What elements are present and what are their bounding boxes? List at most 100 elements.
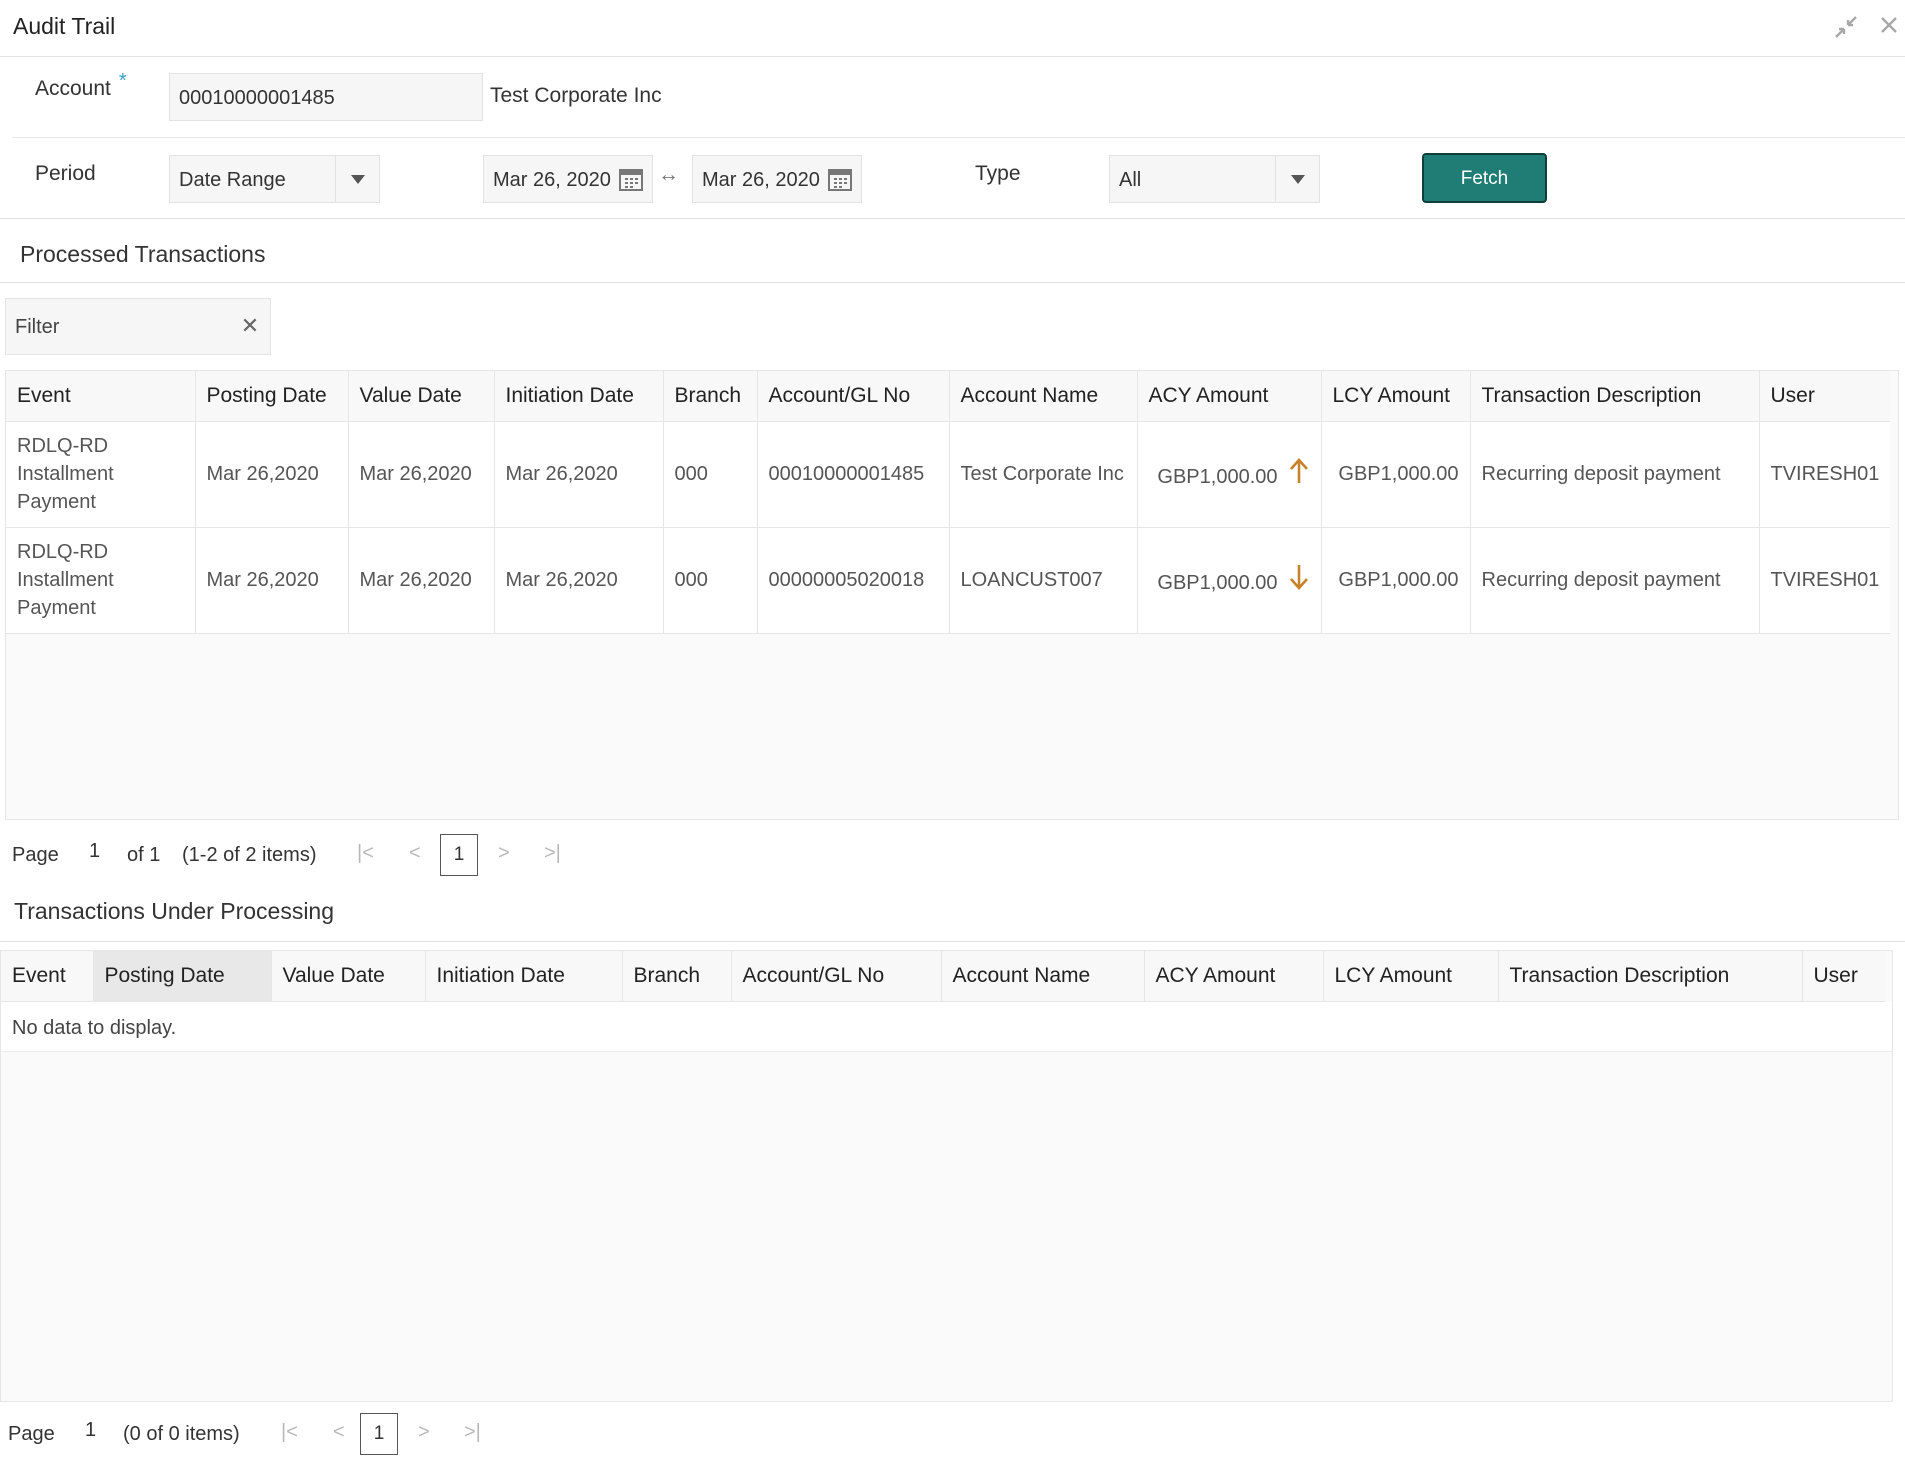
page-number[interactable]: 1	[89, 840, 100, 863]
column-header-value-date[interactable]: Value Date	[271, 951, 426, 1002]
divider	[0, 218, 1905, 219]
current-page-button[interactable]: 1	[360, 1413, 398, 1455]
cell-value-date: Mar 26,2020	[348, 527, 495, 634]
table-row[interactable]: RDLQ-RD Installment Payment Mar 26,2020 …	[6, 527, 1890, 634]
cell-account-gl: 00010000001485	[757, 421, 950, 528]
column-header-acy-amount[interactable]: ACY Amount	[1144, 951, 1324, 1002]
column-header-posting-date[interactable]: Posting Date	[93, 951, 272, 1002]
account-label: Account *	[35, 70, 127, 100]
arrow-down-icon	[1289, 565, 1308, 590]
table-header-row: Event Posting Date Value Date Initiation…	[6, 371, 1890, 422]
first-page-icon[interactable]: |<	[357, 842, 374, 865]
first-page-icon[interactable]: |<	[281, 1421, 298, 1444]
close-icon[interactable]	[1876, 14, 1902, 40]
cell-account-name: LOANCUST007	[949, 527, 1138, 634]
column-header-lcy-amount[interactable]: LCY Amount	[1321, 371, 1471, 422]
cell-branch: 000	[663, 527, 758, 634]
filter-placeholder: Filter	[15, 316, 60, 338]
table-row[interactable]: RDLQ-RD Installment Payment Mar 26,2020 …	[6, 421, 1890, 528]
required-marker: *	[118, 70, 127, 92]
account-name: Test Corporate Inc	[490, 84, 662, 107]
divider	[0, 282, 1905, 283]
window-header: Audit Trail	[0, 0, 1905, 57]
column-header-initiation-date[interactable]: Initiation Date	[494, 371, 664, 422]
under-processing-section-title: Transactions Under Processing	[14, 898, 335, 924]
page-number[interactable]: 1	[85, 1419, 96, 1442]
cell-initiation-date: Mar 26,2020	[494, 421, 664, 528]
cell-acy-amount: GBP1,000.00	[1137, 527, 1322, 634]
column-header-account-name[interactable]: Account Name	[949, 371, 1138, 422]
type-select-value: All	[1119, 169, 1142, 191]
column-header-account-name[interactable]: Account Name	[941, 951, 1145, 1002]
filter-input[interactable]: Filter ✕	[5, 298, 271, 355]
type-select[interactable]: All	[1109, 155, 1320, 203]
last-page-icon[interactable]: >|	[544, 842, 561, 865]
cell-user: TVIRESH01	[1759, 527, 1890, 634]
minimize-icon[interactable]	[1833, 14, 1859, 40]
fetch-button[interactable]: Fetch	[1422, 153, 1547, 203]
column-header-event[interactable]: Event	[1, 951, 94, 1002]
column-header-initiation-date[interactable]: Initiation Date	[425, 951, 623, 1002]
last-page-icon[interactable]: >|	[464, 1421, 481, 1444]
processed-pagination: Page 1 of 1 (1-2 of 2 items) |< < 1 > >|	[12, 834, 612, 878]
cell-event: RDLQ-RD Installment Payment	[6, 527, 196, 634]
arrow-up-icon	[1289, 458, 1308, 483]
range-arrow-icon: ↔	[658, 163, 679, 186]
divider	[0, 941, 1905, 942]
cell-lcy-amount: GBP1,000.00	[1321, 421, 1471, 528]
account-input[interactable]: 00010000001485	[169, 73, 483, 121]
column-header-event[interactable]: Event	[6, 371, 196, 422]
column-header-account-gl[interactable]: Account/GL No	[757, 371, 950, 422]
prev-page-icon[interactable]: <	[409, 842, 421, 865]
column-header-lcy-amount[interactable]: LCY Amount	[1323, 951, 1499, 1002]
next-page-icon[interactable]: >	[418, 1421, 430, 1444]
audit-trail-window: Audit Trail Account * 00010000001485 Test…	[0, 0, 1905, 1458]
cell-acy-amount: GBP1,000.00	[1137, 421, 1322, 528]
column-header-transaction-description[interactable]: Transaction Description	[1498, 951, 1803, 1002]
cell-value-date: Mar 26,2020	[348, 421, 495, 528]
column-header-branch[interactable]: Branch	[622, 951, 732, 1002]
table-header-row: Event Posting Date Value Date Initiation…	[1, 951, 1885, 1002]
empty-table-message: No data to display.	[1, 1001, 1892, 1052]
from-date-input[interactable]: Mar 26, 2020	[483, 155, 653, 203]
prev-page-icon[interactable]: <	[333, 1421, 345, 1444]
cell-posting-date: Mar 26,2020	[195, 527, 349, 634]
calendar-icon[interactable]	[618, 166, 644, 192]
column-header-acy-amount[interactable]: ACY Amount	[1137, 371, 1322, 422]
column-header-user[interactable]: User	[1759, 371, 1890, 422]
column-header-user[interactable]: User	[1802, 951, 1885, 1002]
column-header-posting-date[interactable]: Posting Date	[195, 371, 349, 422]
to-date-value: Mar 26, 2020	[702, 169, 820, 191]
cell-account-name: Test Corporate Inc	[949, 421, 1138, 528]
current-page-button[interactable]: 1	[440, 834, 478, 876]
to-date-input[interactable]: Mar 26, 2020	[692, 155, 862, 203]
page-label: Page	[12, 844, 59, 866]
calendar-icon[interactable]	[827, 166, 853, 192]
period-label: Period	[35, 162, 96, 185]
next-page-icon[interactable]: >	[498, 842, 510, 865]
column-header-value-date[interactable]: Value Date	[348, 371, 495, 422]
cell-initiation-date: Mar 26,2020	[494, 527, 664, 634]
chevron-down-icon	[335, 156, 379, 202]
column-header-transaction-description[interactable]: Transaction Description	[1470, 371, 1760, 422]
acy-amount-value: GBP1,000.00	[1157, 466, 1278, 488]
item-count: (1-2 of 2 items)	[182, 844, 317, 866]
cell-transaction-description: Recurring deposit payment	[1470, 527, 1760, 634]
clear-filter-icon[interactable]: ✕	[238, 313, 262, 339]
processed-section-title: Processed Transactions	[20, 241, 266, 267]
from-date-value: Mar 26, 2020	[493, 169, 611, 191]
column-header-branch[interactable]: Branch	[663, 371, 758, 422]
column-header-account-gl[interactable]: Account/GL No	[731, 951, 942, 1002]
page-count: of 1	[127, 844, 161, 866]
cell-posting-date: Mar 26,2020	[195, 421, 349, 528]
cell-branch: 000	[663, 421, 758, 528]
cell-account-gl: 00000005020018	[757, 527, 950, 634]
acy-amount-value: GBP1,000.00	[1157, 572, 1278, 594]
period-select[interactable]: Date Range	[169, 155, 380, 203]
under-processing-table: Event Posting Date Value Date Initiation…	[0, 950, 1893, 1402]
cell-lcy-amount: GBP1,000.00	[1321, 527, 1471, 634]
processed-transactions-table: Event Posting Date Value Date Initiation…	[5, 370, 1899, 820]
cell-transaction-description: Recurring deposit payment	[1470, 421, 1760, 528]
period-select-value: Date Range	[179, 169, 286, 191]
page-title: Audit Trail	[13, 13, 116, 39]
